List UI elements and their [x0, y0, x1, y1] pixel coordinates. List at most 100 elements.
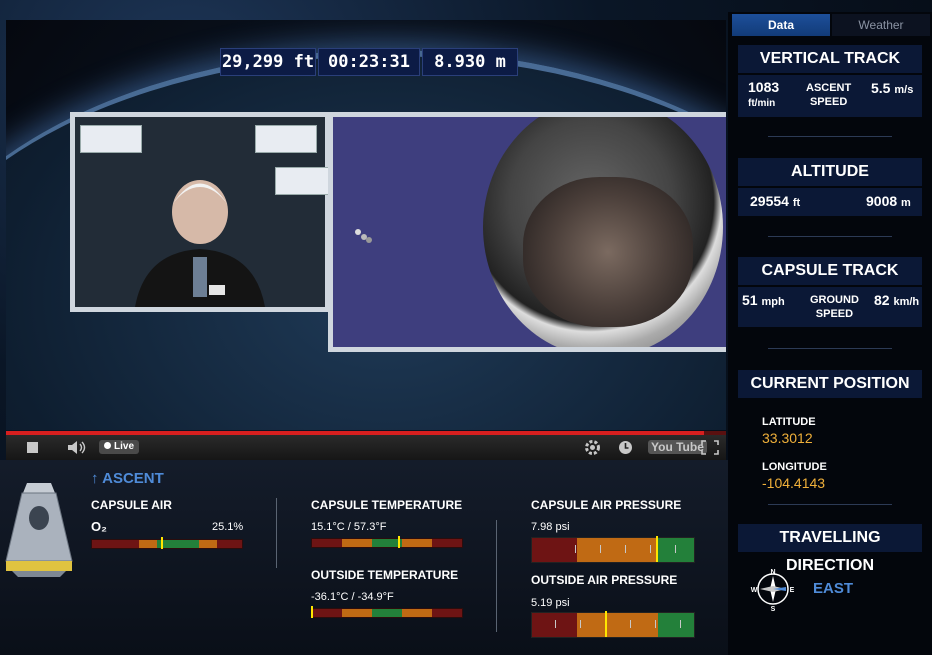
- gauge-tick: [650, 545, 651, 553]
- capsule-air-pressure-gauge: [531, 537, 695, 563]
- ascent-speed-label-line1: ASCENT: [806, 82, 852, 94]
- ground-speed-kmh: 82 km/h: [874, 292, 919, 308]
- ascent-speed-label: ASCENT SPEED: [806, 81, 851, 109]
- capsule-air-pressure-label: CAPSULE AIR PRESSURE: [531, 498, 682, 512]
- ascent-status: ↑ ASCENT: [91, 470, 164, 487]
- capsule-track-row: 51 mph GROUND SPEED 82 km/h: [738, 287, 922, 327]
- capsule-temperature-gauge-indicator: [398, 536, 401, 548]
- volume-button[interactable]: [66, 439, 88, 456]
- capsule-air-label: CAPSULE AIR: [91, 498, 172, 512]
- altitude-meters: 9008 m: [866, 193, 911, 209]
- ground-speed-kmh-unit: km/h: [893, 296, 920, 308]
- altitude-feet-unit: ft: [792, 197, 801, 209]
- travelling-direction-value: EAST: [813, 580, 854, 597]
- gear-icon: [585, 440, 600, 455]
- speaker-icon: [68, 441, 86, 454]
- compass-north: N: [770, 569, 775, 576]
- video-control-bar: Live You Tube: [6, 435, 726, 460]
- monitor-screen: [80, 125, 142, 153]
- column-divider: [496, 520, 497, 632]
- capsule-air-pressure-value: 7.98 psi: [531, 521, 570, 533]
- telemetry-panel: ↑ ASCENT CAPSULE AIR O₂ 25.1% CAPSULE TE…: [0, 460, 728, 655]
- current-position-title: CURRENT POSITION: [738, 370, 922, 398]
- capsule-air-value: 25.1%: [212, 521, 244, 533]
- longitude-label: LONGITUDE: [762, 461, 827, 473]
- capsule-temperature-value: 15.1°C / 57.3°F: [311, 521, 387, 533]
- gauge-tick: [675, 545, 676, 553]
- overlay-altitude-meters: 8.930 m: [422, 48, 518, 76]
- ascent-rate-unit: ft/min: [748, 98, 776, 109]
- stop-button[interactable]: [26, 439, 40, 456]
- data-sidebar: Data Weather VERTICAL TRACK 1083 ft/min …: [728, 12, 932, 655]
- tab-data[interactable]: Data: [732, 14, 830, 36]
- outside-temperature-value: -36.1°C / -34.9°F: [311, 591, 394, 603]
- settings-button[interactable]: [584, 439, 601, 456]
- mission-controller-person: [135, 180, 265, 307]
- live-label: Live: [114, 441, 135, 452]
- ground-speed-label-line2: SPEED: [815, 308, 854, 320]
- gauge-tick: [580, 620, 581, 628]
- capsule-temperature-gauge: [311, 538, 463, 548]
- pilot-helmet-camera-feed: [328, 112, 726, 352]
- stop-icon: [27, 442, 38, 453]
- outside-temperature-gauge: [311, 608, 463, 618]
- ascent-speed-unit: m/s: [894, 84, 914, 96]
- live-badge: Live: [99, 440, 140, 454]
- longitude-value: -104.4143: [762, 475, 826, 491]
- ground-speed-label-line1: GROUND: [810, 294, 859, 306]
- outside-temperature-label: OUTSIDE TEMPERATURE: [311, 568, 459, 582]
- ground-speed-mph-number: 51: [742, 292, 758, 308]
- capsule-icon: [5, 483, 73, 577]
- red-bull-stratos-dashboard: 29,299 ft 00:23:31 8.930 m Live You Tube…: [0, 0, 932, 655]
- helmet-visor: [523, 177, 693, 327]
- gauge-tick: [575, 545, 576, 553]
- altitude-feet: 29554 ft: [750, 193, 800, 209]
- ascent-rate-value: 1083: [748, 79, 780, 95]
- altitude-title: ALTITUDE: [738, 158, 922, 186]
- fullscreen-button[interactable]: [700, 439, 720, 456]
- column-divider: [276, 498, 277, 568]
- gauge-tick: [680, 620, 681, 628]
- gauge-tick: [630, 620, 631, 628]
- watch-later-button[interactable]: [617, 439, 634, 456]
- youtube-logo-button[interactable]: You Tube: [648, 439, 707, 456]
- monitor-screen: [255, 125, 317, 153]
- section-divider: [768, 136, 892, 137]
- compass-south: S: [771, 606, 776, 612]
- ascent-label: ASCENT: [102, 470, 164, 487]
- mission-control-feed: [70, 112, 337, 312]
- section-divider: [768, 504, 892, 505]
- outside-air-pressure-gauge-indicator: [604, 611, 607, 637]
- latitude-value: 33.3012: [762, 430, 813, 446]
- capsule-track-title: CAPSULE TRACK: [738, 257, 922, 285]
- travelling-direction-title: TRAVELLING DIRECTION: [738, 524, 922, 574]
- ground-speed-mph: 51 mph: [742, 292, 785, 308]
- section-divider: [768, 348, 892, 349]
- ground-speed-mph-unit: mph: [761, 296, 785, 308]
- compass-west: W: [751, 587, 758, 594]
- tab-weather[interactable]: Weather: [832, 14, 930, 36]
- altitude-meters-number: 9008: [866, 193, 898, 209]
- clock-icon: [619, 441, 632, 454]
- video-player[interactable]: 29,299 ft 00:23:31 8.930 m: [6, 20, 726, 430]
- capsule-air-gauge: [91, 539, 243, 549]
- arrow-up-icon: ↑: [91, 470, 99, 487]
- outside-air-pressure-label: OUTSIDE AIR PRESSURE: [531, 573, 678, 587]
- gauge-tick: [600, 545, 601, 553]
- gauge-tick: [655, 620, 656, 628]
- altitude-meters-unit: m: [901, 197, 911, 209]
- altitude-feet-number: 29554: [750, 193, 789, 209]
- ascent-speed-number: 5.5: [871, 80, 891, 96]
- vertical-track-title: VERTICAL TRACK: [738, 45, 922, 73]
- altitude-row: 29554 ft 9008 m: [738, 188, 922, 216]
- compass-east: E: [790, 587, 795, 594]
- overlay-altitude-feet: 29,299 ft: [220, 48, 316, 76]
- outside-air-pressure-value: 5.19 psi: [531, 597, 570, 609]
- ground-speed-kmh-number: 82: [874, 292, 890, 308]
- ascent-speed-label-line2: SPEED: [809, 96, 848, 108]
- youtube-logo: You Tube: [648, 440, 707, 454]
- capsule-temperature-label: CAPSULE TEMPERATURE: [311, 498, 463, 512]
- loading-spinner-icon: [355, 229, 372, 243]
- ground-speed-label: GROUND SPEED: [810, 293, 859, 321]
- gauge-tick: [625, 545, 626, 553]
